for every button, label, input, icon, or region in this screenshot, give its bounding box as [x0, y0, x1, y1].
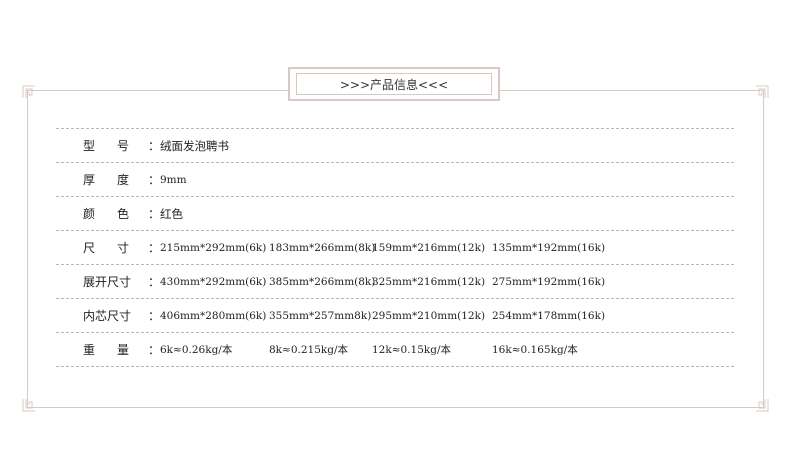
row-value: 16k≈0.165kg/本 — [492, 344, 578, 356]
row-value: 275mm*192mm(16k) — [492, 275, 606, 288]
row-value: 159mm*216mm(12k) — [372, 241, 486, 254]
row-value: 406mm*280mm(6k) — [160, 309, 267, 322]
row-value: 8k≈0.215kg/本 — [269, 344, 349, 356]
row-label: 展开尺寸 — [83, 275, 132, 289]
colon: ： — [148, 241, 161, 255]
row-value: 12k≈0.15kg/本 — [372, 344, 452, 356]
row-label: 颜 色 — [83, 207, 129, 221]
fret-corner-icon — [22, 398, 36, 412]
colon: ： — [148, 343, 161, 357]
row-value: 9mm — [160, 173, 187, 186]
colon: ： — [148, 207, 161, 221]
row-value: 135mm*192mm(16k) — [492, 241, 606, 254]
table-row-model: 型 号 ： 绒面发泡聘书 — [56, 128, 734, 162]
row-value: 红色 — [160, 206, 183, 221]
colon: ： — [148, 275, 161, 289]
row-label: 尺 寸 — [83, 241, 129, 255]
colon: ： — [148, 309, 161, 323]
section-title-box: >>>产品信息<<< — [288, 67, 500, 101]
row-value: 325mm*216mm(12k) — [372, 275, 486, 288]
row-label: 重 量 — [83, 343, 129, 357]
table-row-thickness: 厚 度 ： 9mm — [56, 162, 734, 196]
row-label: 内芯尺寸 — [83, 309, 132, 323]
colon: ： — [148, 139, 161, 153]
row-value: 355mm*257mm8k) — [269, 309, 372, 322]
row-value: 215mm*292mm(6k) — [160, 241, 267, 254]
fret-corner-icon — [22, 85, 36, 99]
table-row-unfolded-size: 展开尺寸 ： 430mm*292mm(6k) 385mm*266mm(8k) 3… — [56, 264, 734, 298]
table-row-size: 尺 寸 ： 215mm*292mm(6k) 183mm*266mm(8k) 15… — [56, 230, 734, 264]
row-value: 385mm*266mm(8k) — [269, 275, 376, 288]
row-label: 厚 度 — [83, 173, 129, 187]
row-value: 430mm*292mm(6k) — [160, 275, 267, 288]
table-row-weight: 重 量 ： 6k≈0.26kg/本 8k≈0.215kg/本 12k≈0.15k… — [56, 332, 734, 367]
colon: ： — [148, 173, 161, 187]
row-value: 295mm*210mm(12k) — [372, 309, 486, 322]
row-value: 绒面发泡聘书 — [160, 138, 229, 153]
row-label: 型 号 — [83, 139, 129, 153]
row-value: 6k≈0.26kg/本 — [160, 344, 233, 356]
table-row-color: 颜 色 ： 红色 — [56, 196, 734, 230]
product-info-table: 型 号 ： 绒面发泡聘书 厚 度 ： 9mm 颜 色 ： 红色 尺 寸 ： 21… — [56, 128, 734, 367]
row-value: 183mm*266mm(8k) — [269, 241, 376, 254]
section-title: >>>产品信息<<< — [296, 73, 492, 95]
fret-corner-icon — [755, 85, 769, 99]
fret-corner-icon — [755, 398, 769, 412]
table-row-inner-size: 内芯尺寸 ： 406mm*280mm(6k) 355mm*257mm8k) 29… — [56, 298, 734, 332]
row-value: 254mm*178mm(16k) — [492, 309, 606, 322]
